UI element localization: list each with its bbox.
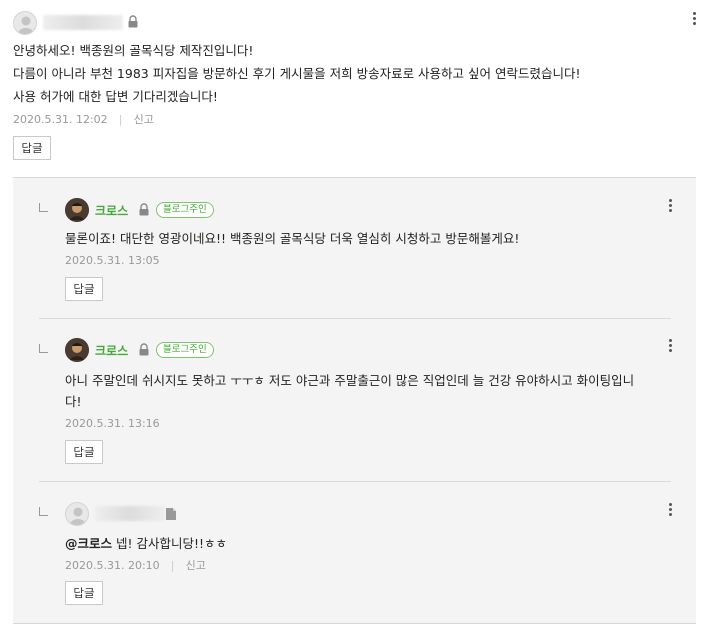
lock-icon xyxy=(127,15,139,28)
blog-owner-badge: 블로그주인 xyxy=(156,202,214,218)
reply-button[interactable]: 답글 xyxy=(65,277,103,301)
blog-owner-avatar[interactable] xyxy=(65,338,89,362)
comment-text-line: 사용 허가에 대한 답변 기다리겠습니다! xyxy=(13,89,218,104)
reply-text-line: 물론이죠! 대단한 영광이네요!! 백종원의 골목식당 더욱 열심히 시청하고 … xyxy=(65,231,520,246)
attachment-icon xyxy=(165,506,177,525)
comment-text-line: 안녕하세오! 백종원의 골목식당 제작진입니다! xyxy=(13,43,254,58)
reply-divider xyxy=(39,481,671,482)
reply-nickname[interactable]: 크로스 xyxy=(95,342,128,359)
reply-indent-icon xyxy=(39,507,48,516)
comment-more-menu-icon[interactable] xyxy=(689,11,699,27)
reply-text-line: @크로스 넵! 감사합니당!!ㅎㅎ xyxy=(65,533,227,555)
default-avatar-icon xyxy=(18,16,34,34)
commenter-avatar[interactable] xyxy=(65,502,89,526)
reply-more-menu-icon[interactable] xyxy=(665,198,675,214)
reply-timestamp: 2020.5.31. 20:10 xyxy=(65,559,160,572)
commenter-name-redacted[interactable] xyxy=(95,506,165,521)
blog-owner-badge: 블로그주인 xyxy=(156,342,214,358)
commenter-name-redacted[interactable] xyxy=(43,15,123,30)
blog-owner-avatar[interactable] xyxy=(65,198,89,222)
commenter-avatar[interactable] xyxy=(13,11,37,35)
reply-text: 넵! 감사합니당!!ㅎㅎ xyxy=(112,536,227,551)
reply-indent-icon xyxy=(39,344,48,353)
lock-icon xyxy=(138,203,150,216)
reply-timestamp: 2020.5.31. 13:16 xyxy=(65,417,160,430)
comment-timestamp: 2020.5.31. 12:02 xyxy=(13,113,108,126)
reply-nickname[interactable]: 크로스 xyxy=(95,202,128,219)
comment-meta: 2020.5.31. 12:02 | 신고 xyxy=(13,110,154,126)
reply-more-menu-icon[interactable] xyxy=(665,502,675,518)
reply-more-menu-icon[interactable] xyxy=(665,338,675,354)
report-link[interactable]: 신고 xyxy=(134,113,154,126)
reply-meta: 2020.5.31. 20:10 | 신고 xyxy=(65,556,206,572)
owner-avatar-icon xyxy=(65,198,89,222)
meta-separator: | xyxy=(170,559,175,572)
reply-timestamp: 2020.5.31. 13:05 xyxy=(65,254,160,267)
reply-button[interactable]: 답글 xyxy=(65,581,103,605)
reply-text-line: 다! xyxy=(65,394,82,409)
reply-indent-icon xyxy=(39,203,48,212)
lock-icon xyxy=(138,343,150,356)
report-link[interactable]: 신고 xyxy=(186,559,206,572)
reply-text-line: 아니 주말인데 쉬시지도 못하고 ㅜㅜㅎ 저도 야근과 주말출근이 많은 직업인… xyxy=(65,373,635,388)
reply-button[interactable]: 답글 xyxy=(65,440,103,464)
owner-avatar-icon xyxy=(65,338,89,362)
reply-button[interactable]: 답글 xyxy=(13,136,51,160)
meta-separator: | xyxy=(118,113,123,126)
comment-text-line: 다름이 아니라 부천 1983 피자집을 방문하신 후기 게시물을 저희 방송자… xyxy=(13,66,581,81)
mention-link[interactable]: @크로스 xyxy=(65,536,112,551)
reply-divider xyxy=(39,318,671,319)
